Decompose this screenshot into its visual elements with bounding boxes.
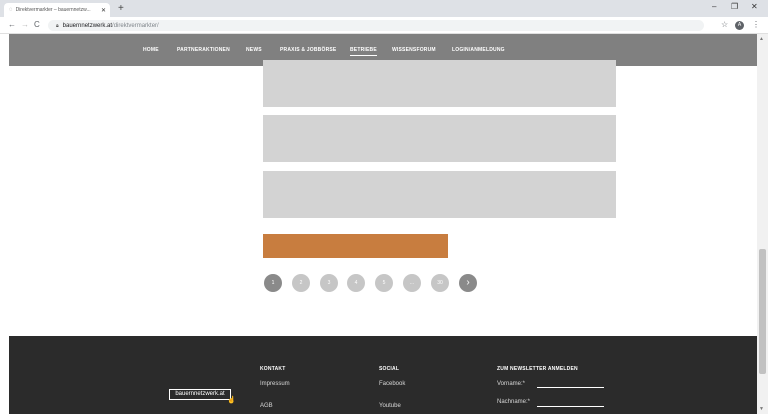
- scroll-down-icon[interactable]: ▼: [759, 406, 764, 412]
- page-button-30[interactable]: 30: [431, 274, 449, 292]
- url-field[interactable]: 🔒︎ bauernnetzwerk.at /direktvermarkter/: [48, 20, 704, 31]
- site-footer: bauernnetzwerk.at ☝ KONTAKT Impressum AG…: [9, 336, 757, 414]
- listing-card[interactable]: [263, 171, 616, 218]
- menu-kebab-icon[interactable]: ⋮: [752, 20, 760, 29]
- mouse-cursor-icon: ☝: [227, 397, 236, 404]
- minimize-icon[interactable]: –: [712, 2, 716, 11]
- footer-kontakt-title: KONTAKT: [260, 366, 286, 372]
- page-scrollbar[interactable]: ▲ ▼: [757, 34, 768, 414]
- url-path: /direktvermarkter/: [112, 22, 159, 29]
- maximize-icon[interactable]: ❐: [731, 2, 738, 11]
- nav-item-login[interactable]: LOGIN/ANMELDUNG: [452, 47, 505, 53]
- newsletter-vorname-label: Vorname:*: [497, 381, 526, 387]
- footer-social-title: SOCIAL: [379, 366, 400, 372]
- listing-card[interactable]: [263, 60, 616, 107]
- close-tab-icon[interactable]: ✕: [101, 7, 106, 14]
- nav-item-betriebe[interactable]: BETRIEBE: [350, 47, 377, 56]
- page-button-2[interactable]: 2: [292, 274, 310, 292]
- close-window-icon[interactable]: ✕: [751, 2, 758, 11]
- page-ellipsis: ...: [403, 274, 421, 292]
- reload-icon[interactable]: C: [34, 20, 40, 30]
- next-page-button[interactable]: ›: [459, 274, 477, 292]
- nav-item-partneraktionen[interactable]: PARTNERAKTIONEN: [177, 47, 230, 53]
- browser-tab-strip: ◌ Direktvermarkter – bauernnetzw... ✕ + …: [0, 0, 768, 17]
- newsletter-vorname-input[interactable]: [537, 387, 604, 388]
- footer-link-facebook[interactable]: Facebook: [379, 381, 405, 387]
- scrollbar-thumb[interactable]: [759, 249, 766, 374]
- new-tab-button[interactable]: +: [118, 3, 124, 15]
- newsletter-nachname-input[interactable]: [537, 406, 604, 407]
- listing-card[interactable]: [263, 115, 616, 162]
- footer-link-youtube[interactable]: Youtube: [379, 403, 401, 409]
- page-button-4[interactable]: 4: [347, 274, 365, 292]
- address-bar: ← → C 🔒︎ bauernnetzwerk.at /direktvermar…: [0, 17, 768, 34]
- forward-arrow-icon[interactable]: →: [21, 20, 29, 30]
- nav-item-home[interactable]: HOME: [143, 47, 159, 53]
- globe-icon: ◌: [9, 7, 13, 13]
- url-host: bauernnetzwerk.at: [62, 22, 113, 29]
- footer-newsletter-title: ZUM NEWSLETTER ANMELDEN: [497, 366, 578, 372]
- lock-icon: 🔒︎: [56, 22, 59, 29]
- tab-title: Direktvermarkter – bauernnetzw...: [15, 7, 91, 13]
- cta-button[interactable]: [263, 234, 448, 258]
- footer-link-impressum[interactable]: Impressum: [260, 381, 290, 387]
- newsletter-nachname-label: Nachname:*: [497, 399, 531, 405]
- nav-item-wissensforum[interactable]: WISSENSFORUM: [392, 47, 436, 53]
- footer-link-agb[interactable]: AGB: [260, 403, 273, 409]
- back-arrow-icon[interactable]: ←: [8, 20, 16, 30]
- scroll-up-icon[interactable]: ▲: [759, 36, 764, 42]
- bookmark-star-icon[interactable]: ☆: [721, 20, 728, 29]
- page-button-3[interactable]: 3: [320, 274, 338, 292]
- page-button-5[interactable]: 5: [375, 274, 393, 292]
- footer-logo[interactable]: bauernnetzwerk.at: [169, 389, 231, 400]
- browser-tab[interactable]: ◌ Direktvermarkter – bauernnetzw... ✕: [4, 3, 110, 17]
- profile-avatar[interactable]: A: [735, 21, 744, 30]
- page-button-1[interactable]: 1: [264, 274, 282, 292]
- nav-item-praxis-jobboerse[interactable]: PRAXIS & JOBBÖRSE: [280, 47, 336, 53]
- nav-item-news[interactable]: NEWS: [246, 47, 262, 53]
